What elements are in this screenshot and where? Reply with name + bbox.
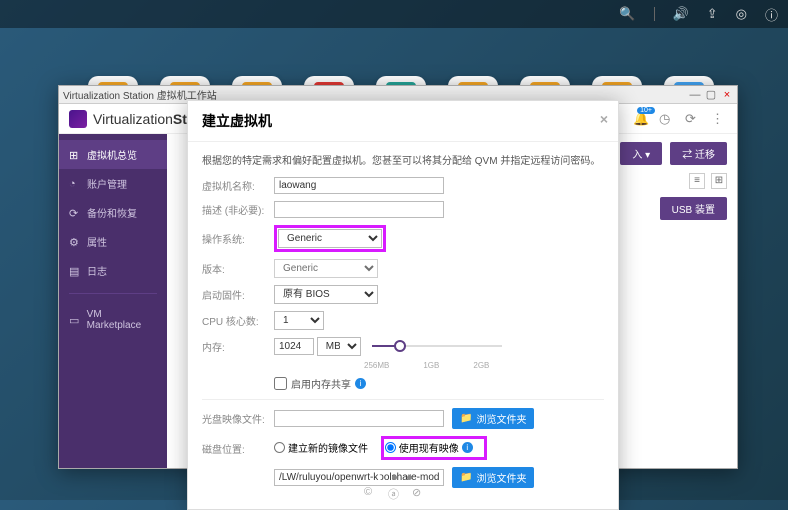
- view-list-icon[interactable]: ≡: [689, 173, 705, 189]
- sidebar-item-label: 日志: [87, 263, 107, 278]
- sidebar-separator: [69, 293, 157, 294]
- system-topbar: 🔍 🔊 ⇪ ◎ ⓘ: [0, 0, 788, 28]
- memory-slider[interactable]: [372, 345, 502, 347]
- divider: [202, 399, 604, 400]
- pager-dot[interactable]: [377, 475, 382, 480]
- radio-new-image[interactable]: 建立新的镜像文件: [274, 440, 368, 455]
- app-logo-icon: [69, 110, 87, 128]
- more-icon[interactable]: ⋮: [711, 111, 727, 127]
- window-buttons: — ▢ ×: [689, 89, 733, 101]
- migrate-button[interactable]: ⇄ 迁移: [670, 142, 727, 165]
- label-cpu: CPU 核心数:: [202, 313, 274, 328]
- modal-header: 建立虚拟机 ×: [188, 101, 618, 142]
- task-icon[interactable]: ◎: [736, 6, 747, 22]
- version-select[interactable]: Generic: [274, 259, 378, 278]
- sound-icon[interactable]: 🔊: [673, 6, 689, 22]
- sidebar-item-label: 账户管理: [87, 176, 127, 191]
- grid-icon: ⊞: [69, 149, 81, 161]
- pager-dot[interactable]: [392, 475, 397, 480]
- notification-badge: 10+: [637, 107, 655, 114]
- label-name: 虚拟机名称:: [202, 178, 274, 193]
- memory-input[interactable]: [274, 338, 314, 355]
- link-icon[interactable]: ⊘: [412, 486, 424, 498]
- share-memory-checkbox[interactable]: 启用内存共享 i: [274, 376, 366, 391]
- memory-unit-select[interactable]: MB: [317, 337, 361, 356]
- info-icon[interactable]: ⓘ: [765, 5, 778, 24]
- market-icon: ▭: [69, 314, 81, 326]
- pager-dots: [0, 475, 788, 480]
- sidebar-item-account[interactable]: ◔ 账户管理: [59, 169, 167, 198]
- firmware-select[interactable]: 原有 BIOS: [274, 285, 378, 304]
- upload-icon[interactable]: ⇪: [707, 6, 718, 22]
- close-button[interactable]: ×: [721, 89, 733, 101]
- header-icons: ⇪ 🔔10+ ◷ ⟳ ⋮: [607, 111, 727, 127]
- dashboard-icon[interactable]: ◷: [659, 111, 675, 127]
- user-icon: ◔: [69, 178, 81, 190]
- label-ver: 版本:: [202, 261, 274, 276]
- label-mem: 内存:: [202, 339, 274, 354]
- sidebar: ⊞ 虚拟机总览 ◔ 账户管理 ⟳ 备份和恢复 ⚙ 属性 ▤ 日志 ▭ VM Marketpl…: [59, 134, 167, 468]
- checkbox-input[interactable]: [274, 377, 287, 390]
- notification-icon[interactable]: 🔔10+: [633, 111, 649, 127]
- divider: [654, 7, 655, 21]
- label-fw: 启动固件:: [202, 287, 274, 302]
- browse-iso-button[interactable]: 📁 浏览文件夹: [452, 408, 534, 429]
- slider-knob[interactable]: [394, 340, 406, 352]
- at-icon[interactable]: ⓐ: [388, 486, 400, 498]
- import-button[interactable]: 入 ▾: [620, 142, 662, 165]
- sidebar-item-backup[interactable]: ⟳ 备份和恢复: [59, 198, 167, 227]
- os-highlight: Generic: [274, 225, 386, 252]
- bottom-bar: © ⓐ ⊘: [0, 486, 788, 498]
- radio-highlight: 使用现有映像 i: [381, 436, 487, 460]
- minimize-button[interactable]: —: [689, 89, 701, 101]
- modal-body: 根据您的特定需求和偏好配置虚拟机。您甚至可以将其分配给 QVM 并指定远程访问密…: [188, 142, 618, 509]
- label-iso: 光盘映像文件:: [202, 411, 274, 426]
- cpu-select[interactable]: 1: [274, 311, 324, 330]
- sidebar-item-attr[interactable]: ⚙ 属性: [59, 227, 167, 256]
- view-grid-icon[interactable]: ⊞: [711, 173, 727, 189]
- os-select[interactable]: Generic: [278, 229, 382, 248]
- slider-ticks: 256MB1GB2GB: [364, 361, 604, 370]
- cc-icon[interactable]: ©: [364, 486, 376, 498]
- vm-name-input[interactable]: [274, 177, 444, 194]
- sidebar-item-log[interactable]: ▤ 日志: [59, 256, 167, 285]
- sidebar-item-label: 属性: [87, 234, 107, 249]
- create-vm-modal: 建立虚拟机 × 根据您的特定需求和偏好配置虚拟机。您甚至可以将其分配给 QVM …: [187, 100, 619, 510]
- app-window: Virtualization Station 虚拟机工作站 — ▢ × Virt…: [58, 85, 738, 469]
- sidebar-item-label: 备份和恢复: [87, 205, 137, 220]
- usb-button[interactable]: USB 装置: [660, 197, 727, 220]
- modal-title: 建立虚拟机: [202, 113, 272, 129]
- label-desc: 描述 (非必要):: [202, 202, 274, 217]
- info-icon[interactable]: i: [355, 378, 366, 389]
- log-icon: ▤: [69, 265, 81, 277]
- label-disk: 磁盘位置:: [202, 441, 274, 456]
- iso-path-input[interactable]: [274, 410, 444, 427]
- modal-description: 根据您的特定需求和偏好配置虚拟机。您甚至可以将其分配给 QVM 并指定远程访问密…: [202, 152, 604, 167]
- settings-icon: ⚙: [69, 236, 81, 248]
- sidebar-item-label: 虚拟机总览: [87, 147, 137, 162]
- refresh-icon[interactable]: ⟳: [685, 111, 701, 127]
- search-icon[interactable]: 🔍: [619, 6, 635, 22]
- maximize-button[interactable]: ▢: [705, 89, 717, 101]
- radio-use-existing[interactable]: 使用现有映像 i: [385, 440, 473, 455]
- backup-icon: ⟳: [69, 207, 81, 219]
- modal-close-button[interactable]: ×: [600, 111, 608, 127]
- info-icon[interactable]: i: [462, 442, 473, 453]
- vm-desc-input[interactable]: [274, 201, 444, 218]
- label-os: 操作系统:: [202, 231, 274, 246]
- sidebar-item-label: VM Marketplace: [87, 309, 157, 331]
- sidebar-item-overview[interactable]: ⊞ 虚拟机总览: [59, 140, 167, 169]
- pager-dot[interactable]: [407, 475, 412, 480]
- sidebar-item-marketplace[interactable]: ▭ VM Marketplace: [59, 302, 167, 338]
